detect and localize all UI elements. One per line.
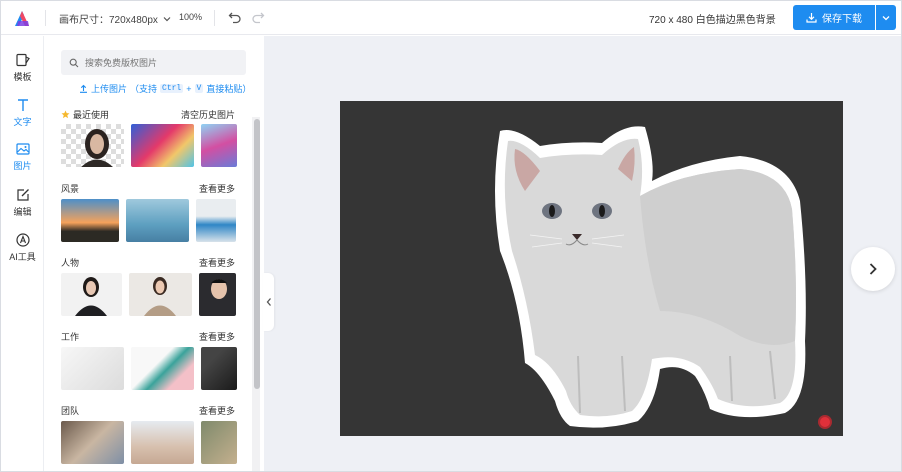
image-search-input[interactable] xyxy=(85,57,235,68)
recent-thumb-woman[interactable] xyxy=(61,124,124,167)
section-header-work: 工作 查看更多 xyxy=(61,330,235,343)
image-icon xyxy=(15,143,30,155)
upload-key-ctrl: Ctrl xyxy=(160,84,184,93)
section-title: 最近使用 xyxy=(73,110,110,120)
text-icon xyxy=(17,99,28,111)
ai-tools-icon xyxy=(15,233,30,247)
save-options-dropdown[interactable] xyxy=(876,5,896,30)
rail-item-text[interactable]: 文字 xyxy=(1,97,44,128)
section-title: 人物 xyxy=(61,258,80,268)
record-indicator[interactable] xyxy=(818,415,832,429)
star-icon xyxy=(61,110,70,119)
section-header-recent: 最近使用 清空历史图片 xyxy=(61,108,235,121)
thumb-row-team xyxy=(61,421,237,464)
canvas-size-selector[interactable]: 画布尺寸：720x480px xyxy=(59,11,172,26)
section-title: 团队 xyxy=(61,406,80,416)
thumb-row-recent xyxy=(61,124,237,167)
save-download-label: 保存下载 xyxy=(822,14,862,25)
rail-label: 模板 xyxy=(13,72,32,82)
recent-thumb-abstract[interactable] xyxy=(131,124,194,167)
panel-scroll-thumb[interactable] xyxy=(254,119,260,389)
toolbar-divider xyxy=(214,10,215,26)
chevron-down-icon xyxy=(163,16,171,21)
upload-image-link[interactable]: 上传图片 （支持 Ctrl + V 直接粘贴） xyxy=(79,82,251,95)
thumb-row-landscape xyxy=(61,199,236,242)
editor-window: 画布尺寸：720x480px 100% 720 x 480 白色描边黑色背景 保… xyxy=(0,0,902,472)
section-header-landscape: 风景 查看更多 xyxy=(61,182,235,195)
save-download-button[interactable]: 保存下载 xyxy=(793,5,875,30)
upload-hint-open: （支持 xyxy=(130,84,158,94)
team-thumb-meeting[interactable] xyxy=(61,421,124,464)
undo-icon[interactable] xyxy=(228,10,242,24)
rail-label: 文字 xyxy=(13,117,32,127)
next-page-button[interactable] xyxy=(851,247,895,291)
canvas-size-label: 画布尺寸：720x480px xyxy=(59,15,158,26)
chevron-down-icon xyxy=(882,15,890,20)
rail-item-ai-tools[interactable]: AI工具 xyxy=(1,232,44,263)
view-more-link[interactable]: 查看更多 xyxy=(199,182,235,195)
team-thumb-handshake[interactable] xyxy=(131,421,194,464)
top-toolbar: 画布尺寸：720x480px 100% 720 x 480 白色描边黑色背景 保… xyxy=(1,1,901,35)
section-title: 风景 xyxy=(61,184,80,194)
upload-icon xyxy=(80,84,87,93)
view-more-link[interactable]: 查看更多 xyxy=(199,404,235,417)
thumb-row-work xyxy=(61,347,237,390)
view-more-link[interactable]: 查看更多 xyxy=(199,256,235,269)
download-icon xyxy=(806,13,817,23)
design-canvas[interactable] xyxy=(340,101,843,436)
section-header-team: 团队 查看更多 xyxy=(61,404,235,417)
landscape-thumb-wave[interactable] xyxy=(196,199,236,242)
rail-label: AI工具 xyxy=(9,252,36,262)
rail-item-image[interactable]: 图片 xyxy=(1,141,44,172)
rail-label: 编辑 xyxy=(13,207,32,217)
upload-hint-close: 直接粘贴） xyxy=(206,84,252,94)
toolbar-divider xyxy=(45,10,46,26)
image-library-panel: 上传图片 （支持 Ctrl + V 直接粘贴） 最近使用 清空历史图片 风景 查… xyxy=(45,36,264,471)
search-icon xyxy=(69,58,79,67)
clear-history-link[interactable]: 清空历史图片 xyxy=(181,108,235,121)
landscape-thumb-sea[interactable] xyxy=(126,199,189,242)
upload-link-label: 上传图片 xyxy=(91,84,128,94)
chevron-right-icon xyxy=(869,263,877,275)
recent-thumb-abstract-2[interactable] xyxy=(201,124,237,167)
app-logo-icon[interactable] xyxy=(11,8,33,28)
work-thumb-desk[interactable] xyxy=(61,347,124,390)
cat-sticker-image[interactable] xyxy=(340,101,843,436)
work-thumb-laptop[interactable] xyxy=(131,347,194,390)
redo-icon[interactable] xyxy=(251,10,265,24)
side-nav: 模板 文字 图片 编辑 AI工具 xyxy=(1,36,44,471)
section-header-people: 人物 查看更多 xyxy=(61,256,235,269)
image-search-box[interactable] xyxy=(61,50,246,75)
upload-key-plus: + xyxy=(186,83,192,94)
thumb-row-people xyxy=(61,273,236,316)
template-icon xyxy=(15,53,30,67)
upload-key-v: V xyxy=(194,84,204,93)
edit-icon xyxy=(16,189,29,201)
section-title: 工作 xyxy=(61,332,80,342)
people-thumb-man[interactable] xyxy=(199,273,236,316)
rail-label: 图片 xyxy=(13,161,32,171)
landscape-thumb-sunset[interactable] xyxy=(61,199,119,242)
rail-item-template[interactable]: 模板 xyxy=(1,52,44,83)
people-thumb-woman-suit[interactable] xyxy=(61,273,122,316)
zoom-level[interactable]: 100% xyxy=(179,12,202,22)
rail-item-edit[interactable]: 编辑 xyxy=(1,187,44,218)
document-title[interactable]: 720 x 480 白色描边黑色背景 xyxy=(649,11,776,26)
view-more-link[interactable]: 查看更多 xyxy=(199,330,235,343)
people-thumb-woman-blazer[interactable] xyxy=(129,273,192,316)
chevron-left-icon xyxy=(266,298,271,306)
team-thumb-group[interactable] xyxy=(201,421,237,464)
work-thumb-phone[interactable] xyxy=(201,347,237,390)
collapse-panel-button[interactable] xyxy=(263,273,274,331)
